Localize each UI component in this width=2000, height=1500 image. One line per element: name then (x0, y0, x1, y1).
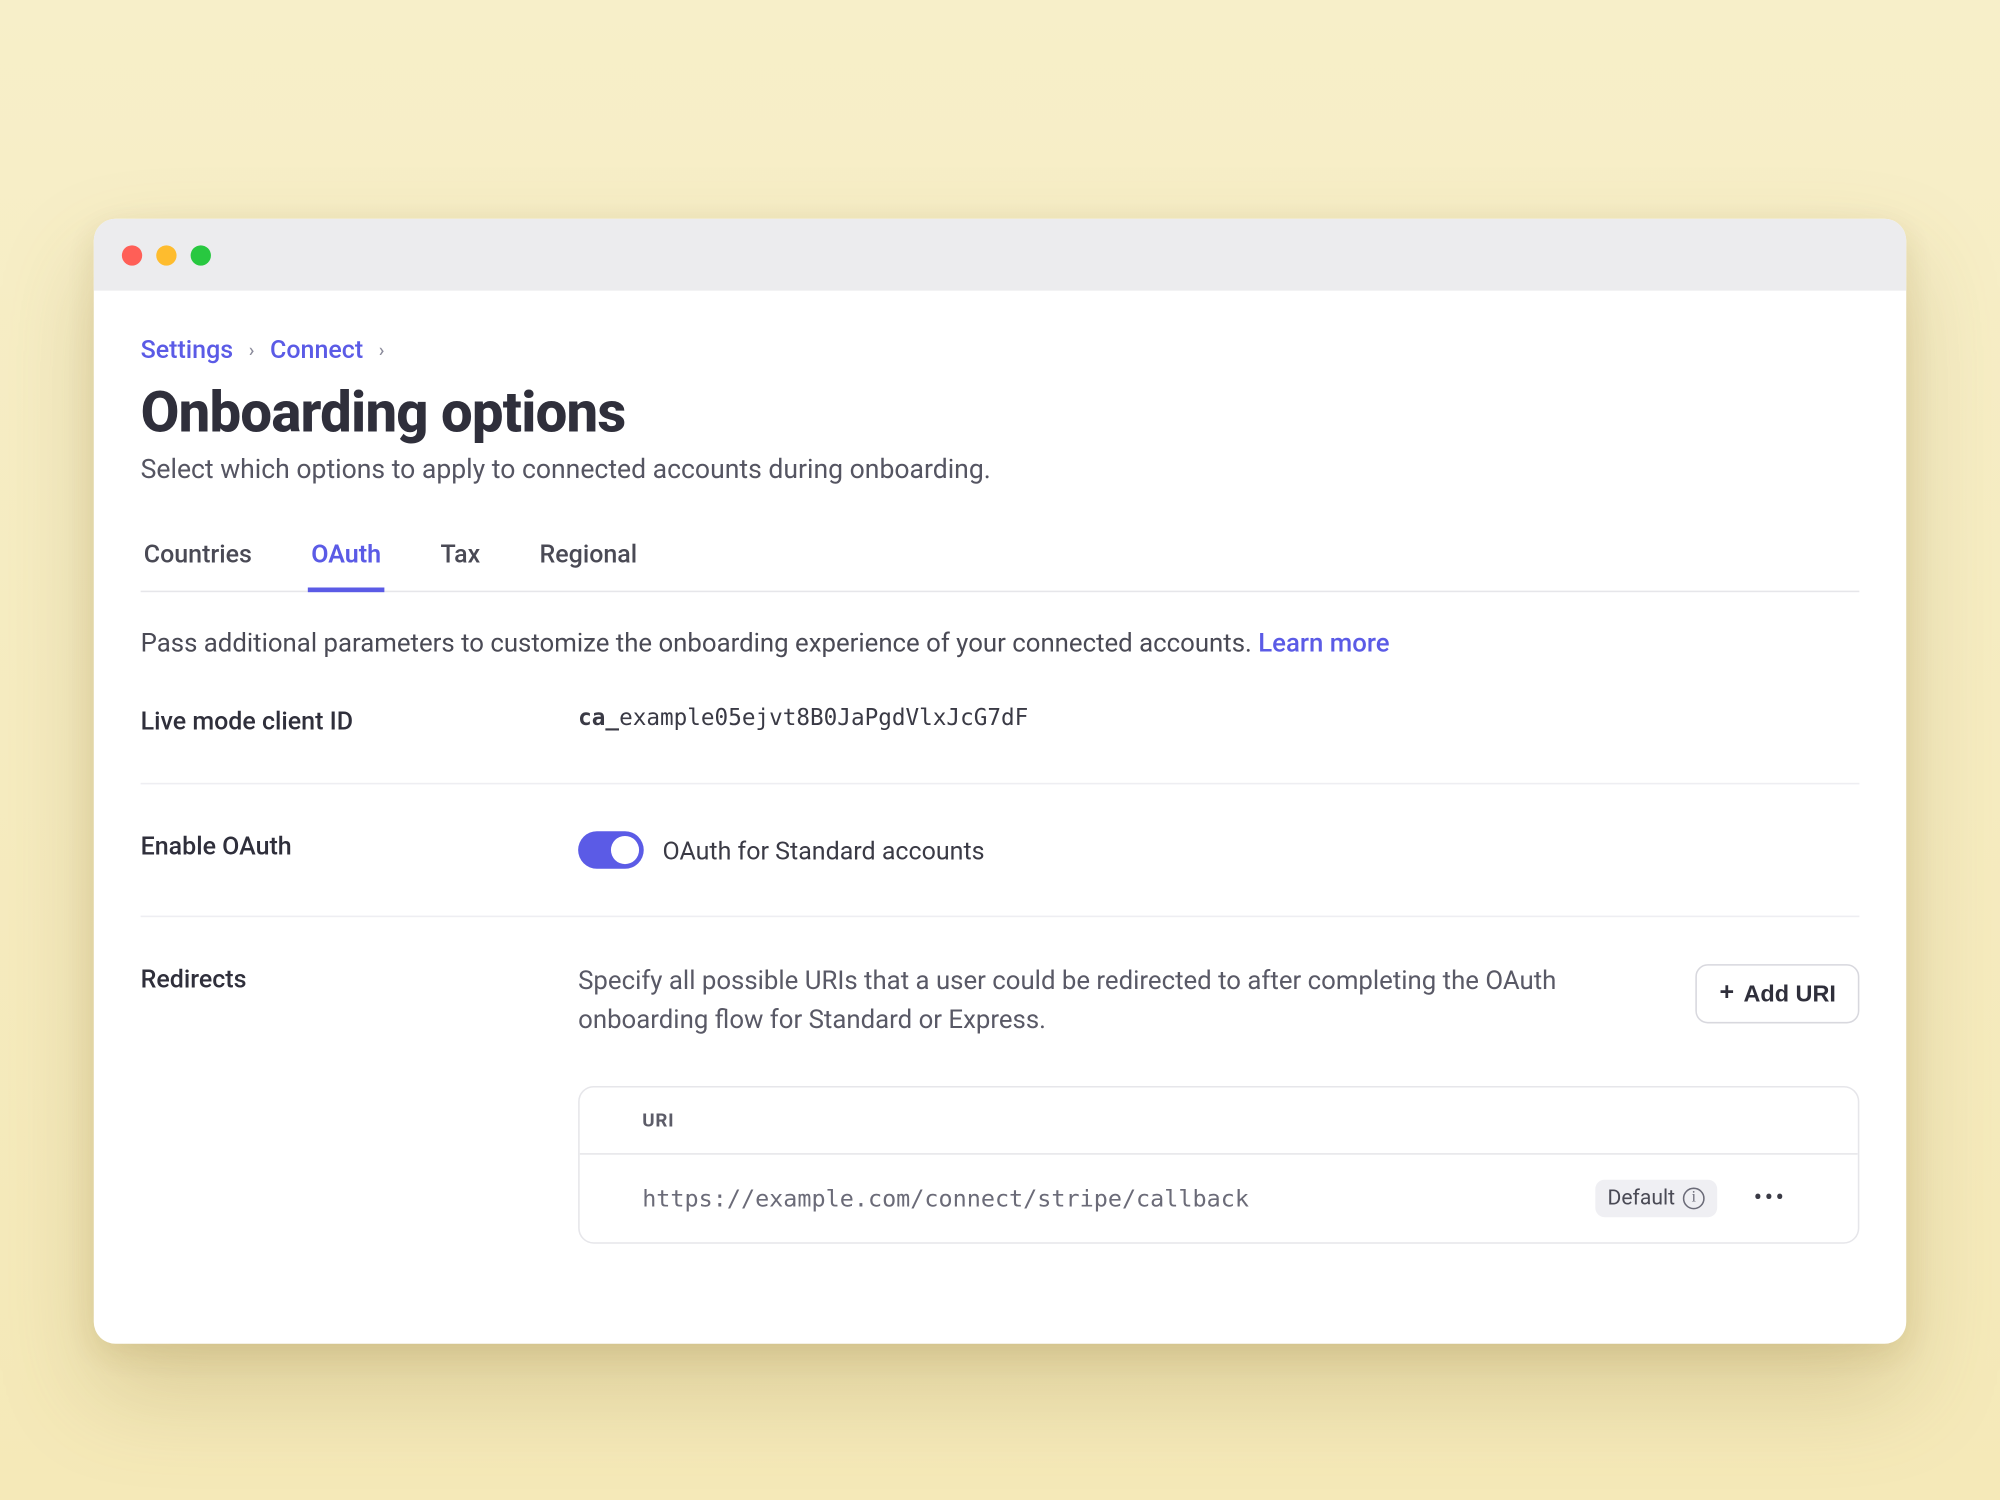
toggle-knob (611, 836, 639, 864)
tab-regional[interactable]: Regional (536, 539, 640, 591)
info-icon[interactable]: i (1683, 1187, 1705, 1209)
add-uri-button[interactable]: + Add URI (1696, 964, 1859, 1023)
maximize-window-button[interactable] (191, 245, 211, 265)
client-id-prefix: ca_ (578, 706, 619, 731)
close-window-button[interactable] (122, 245, 142, 265)
oauth-standard-toggle-label: OAuth for Standard accounts (663, 835, 985, 865)
tab-oauth[interactable]: OAuth (308, 539, 384, 592)
tab-tax[interactable]: Tax (437, 539, 483, 591)
plus-icon: + (1720, 981, 1735, 1006)
chevron-right-icon: › (249, 338, 255, 360)
row-client-id: Live mode client ID ca_example05ejvt8B0J… (141, 659, 1860, 784)
tab-countries[interactable]: Countries (141, 539, 255, 591)
uri-column-header: URI (580, 1087, 1858, 1154)
uri-table: URI https://example.com/connect/stripe/c… (578, 1085, 1859, 1243)
browser-window: Settings › Connect › Onboarding options … (94, 219, 1907, 1344)
breadcrumb: Settings › Connect › (141, 334, 1860, 364)
tabs: Countries OAuth Tax Regional (141, 539, 1860, 592)
client-id-value: ca_example05ejvt8B0JaPgdVlxJcG7dF (578, 706, 1859, 731)
add-uri-button-label: Add URI (1743, 980, 1835, 1007)
enable-oauth-label: Enable OAuth (141, 831, 579, 861)
row-redirects: Redirects Specify all possible URIs that… (141, 917, 1860, 1290)
window-titlebar (94, 219, 1907, 291)
default-badge: Default i (1595, 1179, 1717, 1217)
row-enable-oauth: Enable OAuth OAuth for Standard accounts (141, 784, 1860, 917)
minimize-window-button[interactable] (156, 245, 176, 265)
breadcrumb-settings[interactable]: Settings (141, 334, 234, 364)
redirects-label: Redirects (141, 964, 579, 994)
client-id-body: example05ejvt8B0JaPgdVlxJcG7dF (619, 706, 1028, 731)
pane-description-text: Pass additional parameters to customize … (141, 630, 1259, 660)
page-content: Settings › Connect › Onboarding options … (94, 291, 1907, 1344)
breadcrumb-connect[interactable]: Connect (270, 334, 363, 364)
page-title: Onboarding options (141, 380, 1860, 446)
pane-description: Pass additional parameters to customize … (141, 630, 1860, 660)
learn-more-link[interactable]: Learn more (1258, 630, 1389, 660)
chevron-right-icon: › (379, 338, 385, 360)
uri-row: https://example.com/connect/stripe/callb… (580, 1154, 1858, 1242)
oauth-standard-toggle[interactable] (578, 831, 644, 869)
uri-value: https://example.com/connect/stripe/callb… (642, 1184, 1567, 1212)
redirects-description: Specify all possible URIs that a user co… (578, 964, 1665, 1041)
page-subtitle: Select which options to apply to connect… (141, 455, 1860, 486)
client-id-label: Live mode client ID (141, 706, 579, 736)
uri-more-button[interactable]: ••• (1745, 1185, 1795, 1210)
default-badge-label: Default (1607, 1185, 1675, 1210)
